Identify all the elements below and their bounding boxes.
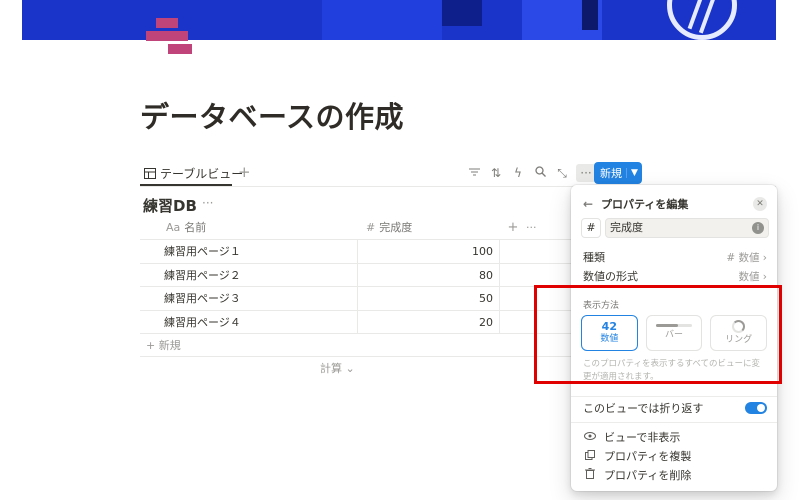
database-table: Aa 名前 # 完成度 + ··· 練習用ページ１ 100 練習用ページ２ 80 練… xyxy=(140,216,576,381)
search-icon[interactable] xyxy=(532,164,548,182)
table-row[interactable]: 練習用ページ３ 50 xyxy=(140,287,576,311)
add-row-button[interactable]: + 新規 xyxy=(140,334,576,357)
cell-name[interactable]: 練習用ページ２ xyxy=(140,263,358,286)
number-type-icon: # xyxy=(366,221,376,234)
sort-icon[interactable]: ⇅ xyxy=(488,164,504,182)
action-label: プロパティを複製 xyxy=(604,450,692,463)
table-icon xyxy=(144,168,156,179)
duplicate-icon xyxy=(583,449,596,463)
column-label: 名前 xyxy=(184,221,207,234)
hide-in-view-action[interactable]: ビューで非表示 xyxy=(583,428,767,446)
view-bar: テーブルビュー + ⇅ ϟ ⤡ ··· 新規 ▼ xyxy=(140,162,642,184)
panel-header: ← プロパティを編集 ✕ xyxy=(583,195,767,213)
property-name-input[interactable]: 完成度 i xyxy=(605,218,769,238)
table-row[interactable]: 練習用ページ１ 100 xyxy=(140,240,576,264)
type-label: 種類 xyxy=(583,251,605,264)
page-cover[interactable] xyxy=(22,0,776,40)
trash-icon xyxy=(583,468,596,482)
action-label: ビューで非表示 xyxy=(604,431,681,444)
wrap-toggle[interactable] xyxy=(745,402,767,414)
more-icon[interactable]: ··· xyxy=(576,164,596,182)
lightning-icon[interactable]: ϟ xyxy=(510,164,526,182)
duplicate-property-action[interactable]: プロパティを複製 xyxy=(583,447,767,465)
property-name-row: # 完成度 i xyxy=(581,218,769,238)
type-value: # 数値 › xyxy=(726,251,767,264)
action-label: プロパティを削除 xyxy=(604,469,692,482)
new-button-label: 新規 xyxy=(600,167,622,180)
close-icon[interactable]: ✕ xyxy=(753,197,767,211)
eye-icon xyxy=(583,431,596,443)
cell-number[interactable]: 20 xyxy=(358,310,500,333)
table-header: Aa 名前 # 完成度 + ··· xyxy=(140,216,576,240)
cell-name[interactable]: 練習用ページ３ xyxy=(140,287,358,310)
info-icon[interactable]: i xyxy=(752,222,764,234)
expand-icon[interactable]: ⤡ xyxy=(554,164,570,182)
divider xyxy=(571,396,777,397)
property-name-value: 完成度 xyxy=(610,221,643,234)
chevron-down-icon[interactable]: ▼ xyxy=(626,168,642,178)
page-title[interactable]: データベースの作成 xyxy=(140,94,404,136)
column-label: 完成度 xyxy=(379,221,413,234)
text-type-icon: Aa xyxy=(166,221,181,234)
cell-name[interactable]: 練習用ページ４ xyxy=(140,310,358,333)
type-row[interactable]: 種類 # 数値 › xyxy=(583,248,767,266)
number-format-label: 数値の形式 xyxy=(583,270,638,283)
divider xyxy=(571,422,777,423)
cell-number[interactable]: 80 xyxy=(358,263,500,286)
cell-number[interactable]: 50 xyxy=(358,287,500,310)
column-header-name[interactable]: Aa 名前 xyxy=(140,216,358,239)
wrap-label: このビューでは折り返す xyxy=(583,402,704,415)
column-header-completion[interactable]: # 完成度 xyxy=(358,216,500,239)
filter-icon[interactable] xyxy=(466,164,482,182)
cell-name[interactable]: 練習用ページ１ xyxy=(140,240,358,263)
table-row[interactable]: 練習用ページ４ 20 xyxy=(140,310,576,334)
tab-label: テーブルビュー xyxy=(160,167,244,181)
number-format-row[interactable]: 数値の形式 数値 › xyxy=(583,267,767,285)
number-format-value: 数値 › xyxy=(738,270,767,283)
calculate-button[interactable]: 計算 ⌄ xyxy=(140,357,576,381)
tab-table-view[interactable]: テーブルビュー xyxy=(144,165,243,182)
wrap-row[interactable]: このビューでは折り返す xyxy=(583,399,767,417)
number-type-icon[interactable]: # xyxy=(581,218,601,238)
database-more-icon[interactable]: ··· xyxy=(202,196,213,210)
add-view-button[interactable]: + xyxy=(238,163,251,181)
highlight-box xyxy=(534,285,782,384)
page-icon[interactable] xyxy=(146,18,192,58)
cell-number[interactable]: 100 xyxy=(358,240,500,263)
delete-property-action[interactable]: プロパティを削除 xyxy=(583,466,767,484)
table-row[interactable]: 練習用ページ２ 80 xyxy=(140,263,576,287)
database-title[interactable]: 練習DB xyxy=(143,195,197,216)
back-arrow-icon[interactable]: ← xyxy=(583,197,601,211)
add-column-button[interactable]: + xyxy=(500,216,526,239)
panel-title: プロパティを編集 xyxy=(601,198,689,211)
column-more-icon[interactable]: ··· xyxy=(526,216,556,239)
new-button[interactable]: 新規 ▼ xyxy=(594,162,642,184)
